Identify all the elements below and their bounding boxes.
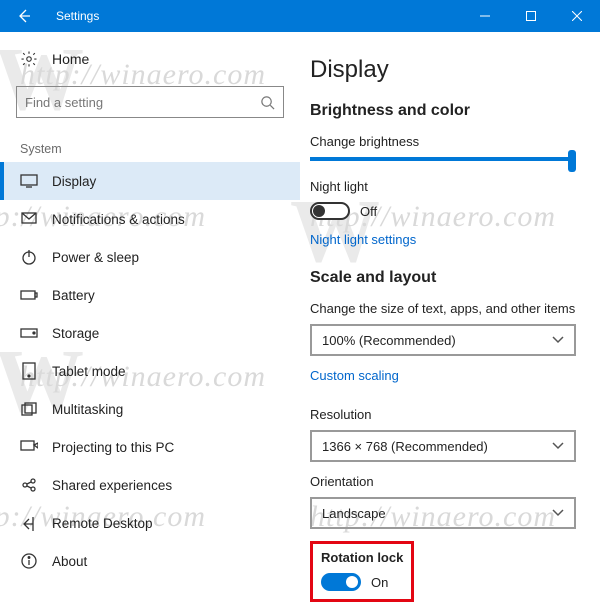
rotation-lock-highlight: Rotation lock On [310,541,414,602]
search-input[interactable]: Find a setting [16,86,284,118]
section-brightness-title: Brightness and color [310,102,576,120]
chevron-down-icon [552,336,564,344]
slider-thumb[interactable] [568,150,576,172]
orientation-dropdown[interactable]: Landscape [310,497,576,529]
nav-item-label: Notifications & actions [52,212,185,227]
nav-list: Display Notifications & actions Power & … [0,162,300,580]
chevron-down-icon [552,509,564,517]
app-title: Settings [48,9,462,23]
nightlight-toggle[interactable] [310,202,350,220]
nightlight-settings-link[interactable]: Night light settings [310,232,416,247]
brightness-label: Change brightness [310,134,576,149]
display-icon [20,172,38,190]
close-button[interactable] [554,0,600,32]
arrow-left-icon [16,8,32,24]
back-button[interactable] [0,0,48,32]
remote-icon [20,514,38,532]
nav-item-projecting[interactable]: Projecting to this PC [0,428,300,466]
notifications-icon [20,210,38,228]
search-placeholder: Find a setting [25,95,103,110]
title-bar: Settings [0,0,600,32]
about-icon [20,552,38,570]
home-button[interactable]: Home [16,50,284,68]
chevron-down-icon [552,442,564,450]
nav-item-label: Display [52,174,96,189]
projecting-icon [20,438,38,456]
nav-item-label: Remote Desktop [52,516,153,531]
storage-icon [20,324,38,342]
nav-item-tablet[interactable]: Tablet mode [0,352,300,390]
rotation-lock-toggle[interactable] [321,573,361,591]
resolution-value: 1366 × 768 (Recommended) [322,439,488,454]
search-icon [260,95,275,110]
minimize-button[interactable] [462,0,508,32]
nightlight-state: Off [360,204,377,219]
nav-item-power[interactable]: Power & sleep [0,238,300,276]
power-icon [20,248,38,266]
main-content: Display Brightness and color Change brig… [300,32,600,602]
nav-item-notifications[interactable]: Notifications & actions [0,200,300,238]
scale-label: Change the size of text, apps, and other… [310,301,576,316]
nav-item-multitasking[interactable]: Multitasking [0,390,300,428]
rotation-lock-state: On [371,575,388,590]
nav-item-label: Shared experiences [52,478,172,493]
orientation-label: Orientation [310,474,576,489]
battery-icon [20,286,38,304]
resolution-label: Resolution [310,407,576,422]
resolution-dropdown[interactable]: 1366 × 768 (Recommended) [310,430,576,462]
section-label: System [20,142,284,156]
scale-dropdown[interactable]: 100% (Recommended) [310,324,576,356]
nav-item-label: Projecting to this PC [52,440,174,455]
multitasking-icon [20,400,38,418]
tablet-icon [20,362,38,380]
nav-item-label: Tablet mode [52,364,126,379]
nav-item-storage[interactable]: Storage [0,314,300,352]
nav-item-label: Battery [52,288,95,303]
minimize-icon [480,11,490,21]
custom-scaling-link[interactable]: Custom scaling [310,368,399,383]
sidebar: Home Find a setting System Display Notif… [0,32,300,602]
nav-item-about[interactable]: About [0,542,300,580]
nav-item-label: About [52,554,87,569]
shared-icon [20,476,38,494]
nav-item-remote[interactable]: Remote Desktop [0,504,300,542]
nightlight-label: Night light [310,179,576,194]
brightness-slider[interactable] [310,157,576,161]
window-controls [462,0,600,32]
section-scale-title: Scale and layout [310,269,576,287]
nav-item-label: Power & sleep [52,250,139,265]
nav-item-shared[interactable]: Shared experiences [0,466,300,504]
close-icon [572,11,582,21]
rotation-lock-label: Rotation lock [321,550,403,565]
orientation-value: Landscape [322,506,386,521]
nav-item-battery[interactable]: Battery [0,276,300,314]
scale-value: 100% (Recommended) [322,333,456,348]
home-label: Home [52,51,89,67]
nav-item-label: Storage [52,326,99,341]
nav-item-display[interactable]: Display [0,162,300,200]
page-title: Display [310,56,576,84]
maximize-button[interactable] [508,0,554,32]
nav-item-label: Multitasking [52,402,123,417]
gear-icon [20,50,38,68]
maximize-icon [526,11,536,21]
